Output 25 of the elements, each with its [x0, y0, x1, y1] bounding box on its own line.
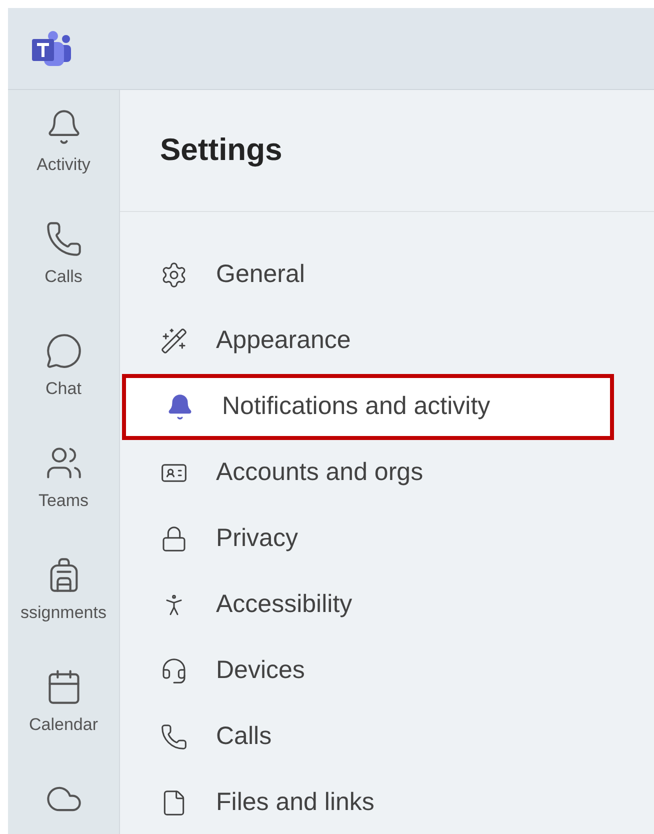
settings-menu-item[interactable]: Calls: [120, 704, 654, 770]
app-logo-icon[interactable]: [30, 30, 72, 68]
rail-item[interactable]: Teams: [8, 444, 119, 556]
rail-item[interactable]: Activity: [8, 108, 119, 220]
phone-icon: [160, 723, 188, 751]
settings-menu-item[interactable]: Devices: [120, 638, 654, 704]
settings-menu-item[interactable]: Notifications and activity: [122, 374, 614, 440]
headset-icon: [160, 657, 188, 685]
settings-menu-item[interactable]: Accounts and orgs: [120, 440, 654, 506]
settings-menu-item[interactable]: Files and links: [120, 770, 654, 834]
rail-item[interactable]: ssignments: [8, 556, 119, 668]
gear-icon: [160, 261, 188, 289]
rail-item[interactable]: Calls: [8, 220, 119, 332]
rail-item[interactable]: Chat: [8, 332, 119, 444]
chat-bubble-icon: [44, 332, 82, 370]
settings-menu-item[interactable]: Privacy: [120, 506, 654, 572]
settings-menu-item[interactable]: General: [120, 242, 654, 308]
lock-icon: [160, 525, 188, 553]
settings-menu-item[interactable]: Appearance: [120, 308, 654, 374]
bell-icon: [166, 393, 194, 421]
settings-title: Settings: [160, 131, 282, 170]
magic-wand-icon: [160, 327, 188, 355]
settings-menu-item[interactable]: Accessibility: [120, 572, 654, 638]
phone-icon: [44, 220, 82, 258]
rail-item[interactable]: Calendar: [8, 668, 119, 780]
